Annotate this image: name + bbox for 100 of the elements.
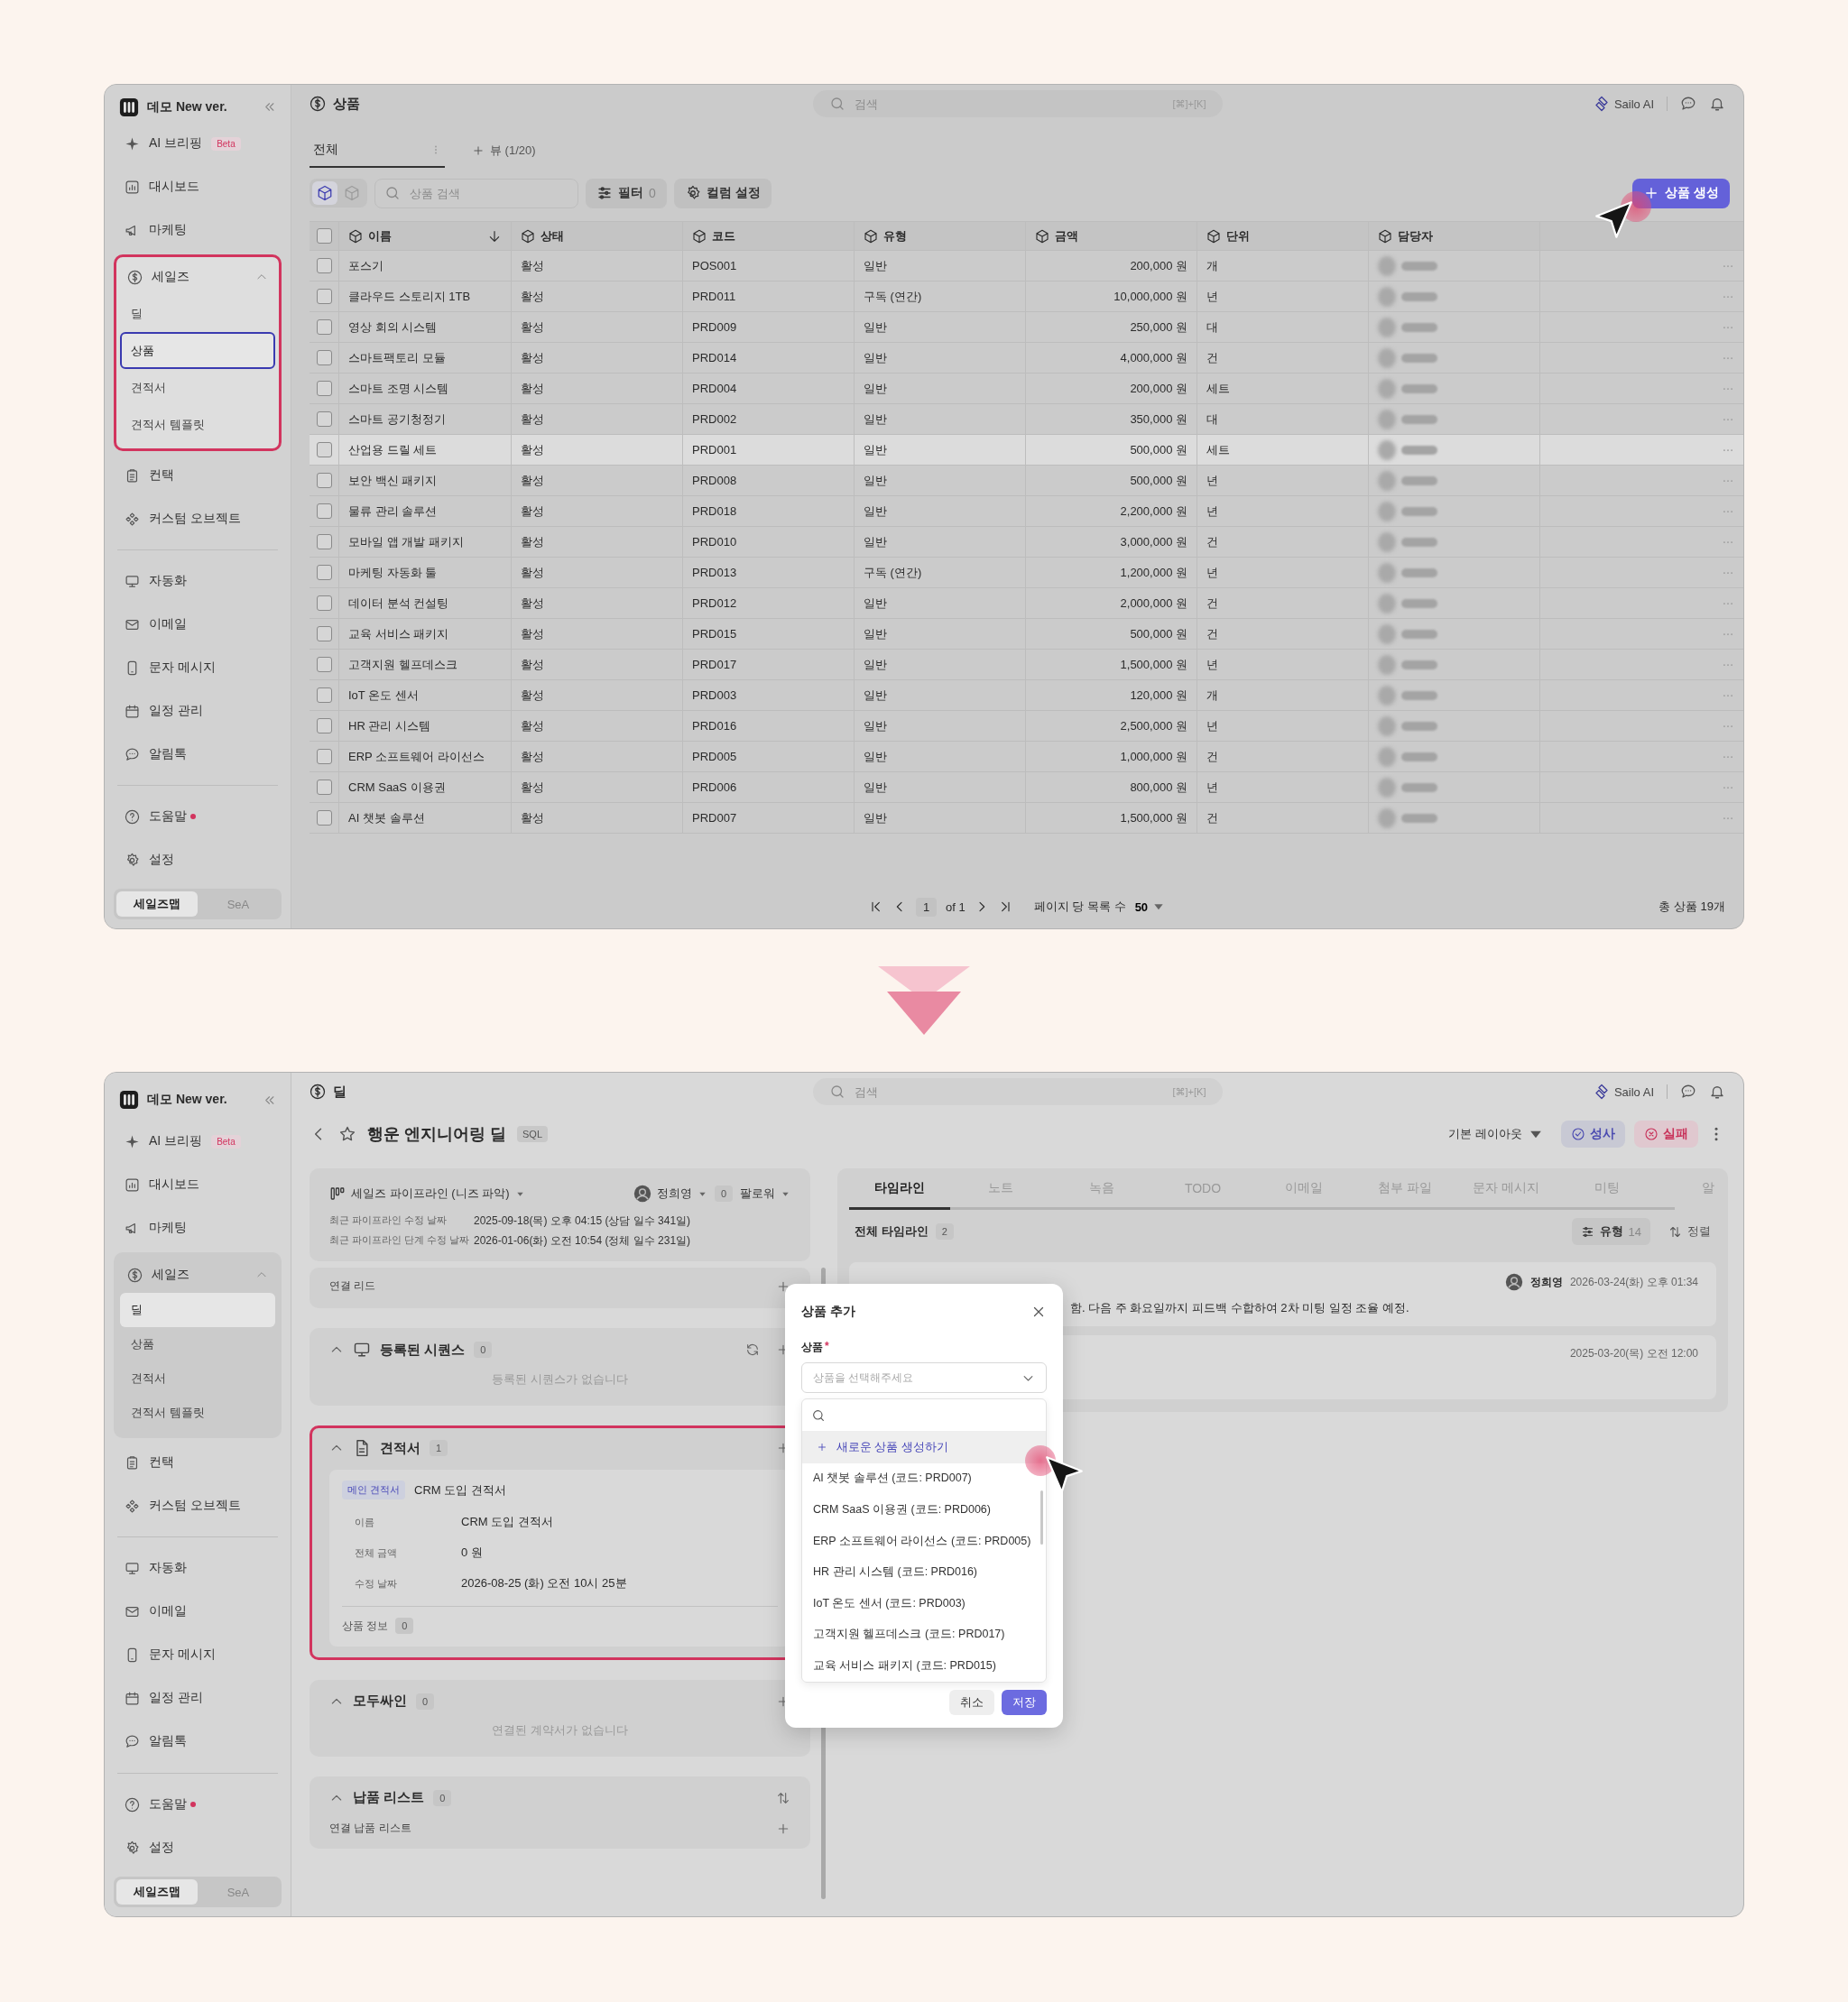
nav-subitem[interactable]: 견적서 템플릿 <box>120 406 275 443</box>
chat-bubble-icon[interactable] <box>1680 96 1696 112</box>
search-input[interactable]: 검색 <box>852 96 1166 112</box>
bell-icon[interactable] <box>1709 1084 1725 1100</box>
search-field[interactable]: 상품 검색 <box>374 178 578 208</box>
table-row[interactable]: 물류 관리 솔루션 활성 PRD018 일반 2,200,000 원 년 <box>310 496 1743 527</box>
nav-item[interactable]: 설정 <box>114 1826 282 1869</box>
nav-item[interactable]: 컨택 <box>114 454 282 497</box>
table-row[interactable]: ERP 소프트웨어 라이선스 활성 PRD005 일반 1,000,000 원 건 <box>310 742 1743 772</box>
dropdown-option[interactable]: ERP 소프트웨어 라이선스 (코드: PRD005) <box>802 1525 1046 1557</box>
nav-subitem[interactable]: 상품 <box>120 332 275 369</box>
table-row[interactable]: AI 챗봇 솔루션 활성 PRD007 일반 1,500,000 원 건 <box>310 803 1743 834</box>
nav-subitem[interactable]: 딜 <box>120 1293 275 1327</box>
nav-item[interactable]: AI 브리핑 Beta <box>114 122 282 165</box>
followers-dropdown[interactable]: 팔로워 <box>740 1186 790 1202</box>
collapse-icon[interactable] <box>263 100 276 114</box>
nav-item[interactable]: 마케팅 <box>114 1206 282 1250</box>
nav-item[interactable]: 문자 메시지 <box>114 1633 282 1676</box>
per-page-select[interactable]: 50 <box>1134 900 1167 914</box>
create-product-button[interactable]: 상품 생성 <box>1632 178 1730 208</box>
create-option[interactable]: 새로운 상품 생성하기 <box>802 1432 1046 1463</box>
nav-item[interactable]: 도움말 <box>114 1783 282 1826</box>
nav-item[interactable]: AI 브리핑 Beta <box>114 1120 282 1163</box>
checkbox[interactable] <box>316 381 332 396</box>
nav-subitem[interactable]: 견적서 <box>120 369 275 406</box>
checkbox[interactable] <box>316 565 332 580</box>
checkbox[interactable] <box>316 534 332 549</box>
checkbox[interactable] <box>316 289 332 304</box>
nav-item[interactable]: 설정 <box>114 838 282 881</box>
checkbox[interactable] <box>316 442 332 457</box>
nav-subitem[interactable]: 견적서 템플릿 <box>120 1396 275 1430</box>
nav-item[interactable]: 문자 메시지 <box>114 646 282 689</box>
nav-item[interactable]: 컨택 <box>114 1441 282 1484</box>
checkbox[interactable] <box>316 595 332 611</box>
table-row[interactable]: 영상 회의 시스템 활성 PRD009 일반 250,000 원 대 <box>310 312 1743 343</box>
owner-dropdown[interactable]: 정희영 <box>633 1185 707 1203</box>
checkbox[interactable] <box>316 718 332 733</box>
checkbox[interactable] <box>316 319 332 335</box>
filter-button[interactable]: 필터 0 <box>586 178 667 208</box>
nav-item[interactable]: 알림톡 <box>114 1720 282 1763</box>
won-button[interactable]: 성사 <box>1561 1121 1625 1148</box>
checkbox[interactable] <box>316 687 332 703</box>
dropdown-option[interactable]: AI 챗봇 솔루션 (코드: PRD007) <box>802 1462 1046 1495</box>
nav-item[interactable]: 이메일 <box>114 1590 282 1633</box>
table-row[interactable]: 고객지원 헬프데스크 활성 PRD017 일반 1,500,000 원 년 <box>310 650 1743 680</box>
app-switch-tab[interactable]: 세일즈맵 <box>116 891 198 917</box>
sort-icon[interactable] <box>776 1790 790 1805</box>
save-button[interactable]: 저장 <box>1002 1689 1047 1715</box>
bell-icon[interactable] <box>1709 96 1725 112</box>
table-row[interactable]: 마케팅 자동화 툴 활성 PRD013 구독 (연간) 1,200,000 원 년 <box>310 558 1743 588</box>
dropdown-option[interactable]: HR 관리 시스템 (코드: PRD016) <box>802 1556 1046 1588</box>
nav-item[interactable]: 커스텀 오브젝트 <box>114 497 282 540</box>
column-header[interactable]: 이름 <box>339 222 512 250</box>
table-row[interactable]: 보안 백신 패키지 활성 PRD008 일반 500,000 원 년 <box>310 466 1743 496</box>
table-row[interactable]: 포스기 활성 POS001 일반 200,000 원 개 <box>310 251 1743 281</box>
dropdown-option[interactable]: IoT 온도 센서 (코드: PRD003) <box>802 1587 1046 1619</box>
star-icon[interactable] <box>338 1125 356 1143</box>
checkbox[interactable] <box>316 350 332 365</box>
dropdown-option[interactable]: 고객지원 헬프데스크 (코드: PRD017) <box>802 1619 1046 1651</box>
checkbox[interactable] <box>316 780 332 795</box>
cancel-button[interactable]: 취소 <box>949 1689 994 1715</box>
sort-button[interactable]: 정렬 <box>1668 1223 1711 1240</box>
dropdown-option[interactable]: 교육 서비스 패키지 (코드: PRD015) <box>802 1650 1046 1682</box>
nav-item[interactable]: 알림톡 <box>114 733 282 776</box>
assistant-button[interactable]: Sailo AI <box>1593 96 1654 112</box>
type-filter-button[interactable]: 유형 14 <box>1571 1218 1650 1245</box>
nav-item[interactable]: 일정 관리 <box>114 1676 282 1720</box>
scrollbar[interactable] <box>1040 1490 1043 1545</box>
view-tab[interactable]: 전체 <box>310 134 445 168</box>
nav-item[interactable]: 일정 관리 <box>114 689 282 733</box>
checkbox[interactable] <box>316 749 332 764</box>
column-header[interactable]: 금액 <box>1026 222 1197 250</box>
column-header[interactable]: 코드 <box>683 222 855 250</box>
checkbox[interactable] <box>316 657 332 672</box>
checkbox[interactable] <box>316 503 332 519</box>
search-input[interactable]: 검색 <box>852 1084 1166 1100</box>
column-settings-button[interactable]: 컬럼 설정 <box>673 178 772 208</box>
add-view-button[interactable]: 뷰 (1/20) <box>472 134 536 168</box>
pipeline-dropdown[interactable]: 세일즈 파이프라인 (니즈 파악) <box>329 1186 525 1202</box>
checkbox[interactable] <box>316 411 332 427</box>
checkbox[interactable] <box>316 626 332 641</box>
refresh-icon[interactable] <box>745 1342 760 1357</box>
table-row[interactable]: CRM SaaS 이용권 활성 PRD006 일반 800,000 원 년 <box>310 772 1743 803</box>
table-row[interactable]: 교육 서비스 패키지 활성 PRD015 일반 500,000 원 건 <box>310 619 1743 650</box>
column-header[interactable]: 상태 <box>512 222 683 250</box>
tab[interactable]: 타임라인 <box>849 1168 950 1210</box>
table-row[interactable]: 모바일 앱 개발 패키지 활성 PRD010 일반 3,000,000 원 건 <box>310 527 1743 558</box>
nav-item[interactable]: 대시보드 <box>114 165 282 208</box>
chat-bubble-icon[interactable] <box>1680 1084 1696 1100</box>
checkbox[interactable] <box>316 228 332 244</box>
nav-item[interactable]: 마케팅 <box>114 208 282 252</box>
search-input[interactable]: 상품 검색 <box>408 185 568 201</box>
table-row[interactable]: IoT 온도 센서 활성 PRD003 일반 120,000 원 개 <box>310 680 1743 711</box>
nav-subitem[interactable]: 딜 <box>120 295 275 332</box>
nav-item[interactable]: 자동화 <box>114 1546 282 1590</box>
checkbox[interactable] <box>316 810 332 826</box>
column-header[interactable]: 단위 <box>1197 222 1369 250</box>
nav-item[interactable]: 세일즈 <box>120 1257 275 1293</box>
table-row[interactable]: 스마트팩토리 모듈 활성 PRD014 일반 4,000,000 원 건 <box>310 343 1743 374</box>
table-row[interactable]: 데이터 분석 컨설팅 활성 PRD012 일반 2,000,000 원 건 <box>310 588 1743 619</box>
